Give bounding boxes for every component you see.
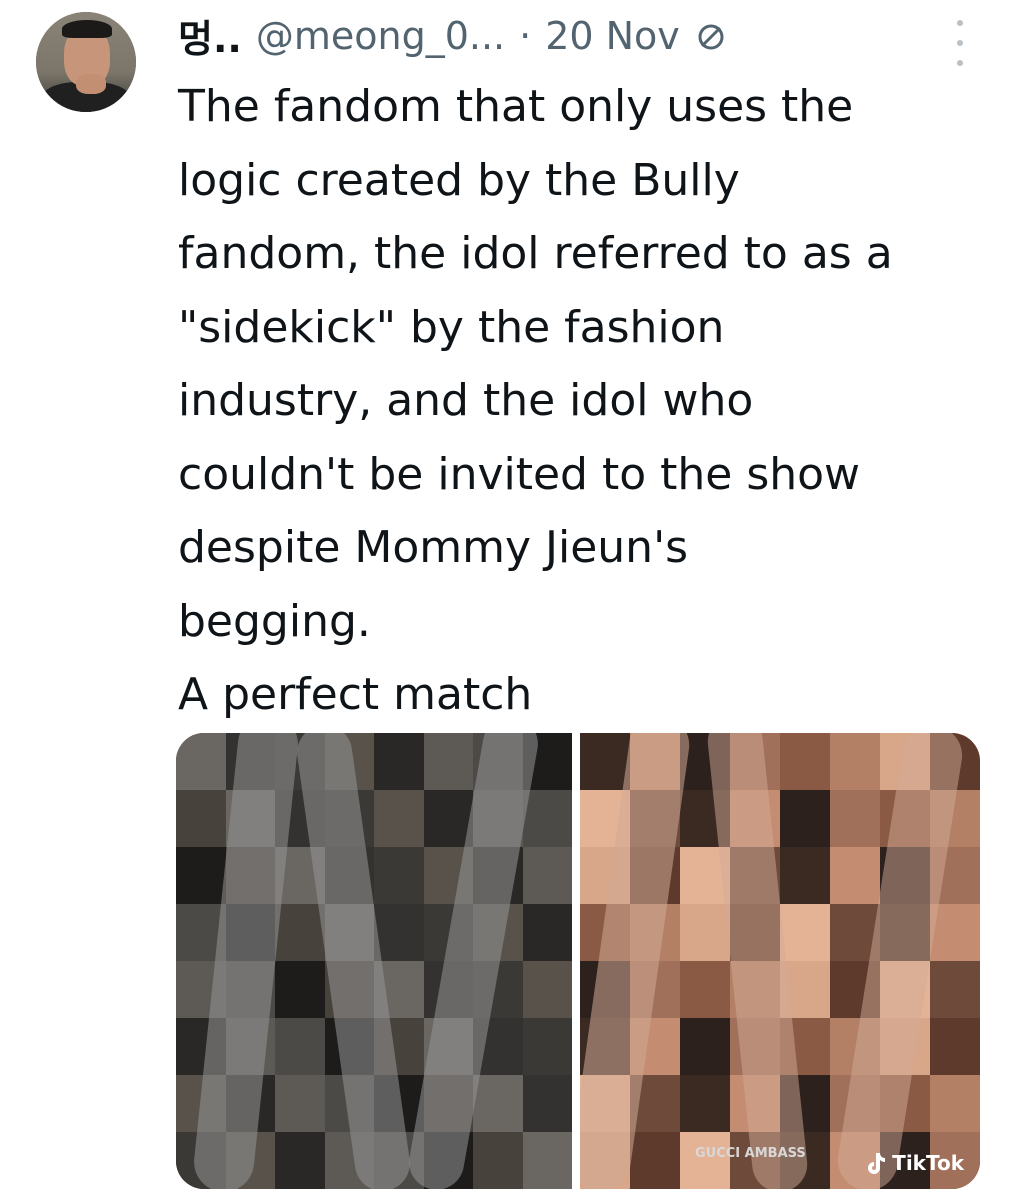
mosaic-cell bbox=[275, 1018, 325, 1075]
mosaic-cell bbox=[522, 961, 572, 1018]
mosaic-cell bbox=[680, 1075, 730, 1132]
mosaic-cell bbox=[176, 733, 226, 790]
restricted-reply-icon bbox=[694, 19, 728, 53]
gucci-watermark: GUCCI AMBASS bbox=[695, 1146, 806, 1161]
mosaic-cell bbox=[176, 847, 226, 904]
mosaic-cell bbox=[522, 904, 572, 961]
mosaic-cell bbox=[374, 847, 424, 904]
mosaic-cell bbox=[522, 847, 572, 904]
tweet-header: 멍.. @meong_0... · 20 Nov bbox=[178, 8, 728, 63]
mosaic-cell bbox=[780, 847, 830, 904]
mosaic-cell bbox=[374, 790, 424, 847]
mosaic-cell bbox=[423, 733, 473, 790]
mosaic-cell bbox=[680, 904, 730, 961]
tweet-text-line: logic created by the Bully bbox=[178, 154, 740, 206]
mosaic-cell bbox=[830, 847, 880, 904]
mosaic-cell bbox=[275, 904, 325, 961]
tiktok-icon bbox=[868, 1153, 886, 1174]
mosaic-cell bbox=[275, 1075, 325, 1132]
tweet-text-line: begging. bbox=[178, 595, 371, 647]
mosaic-cell bbox=[680, 961, 730, 1018]
tiktok-watermark: TikTok bbox=[864, 1151, 964, 1175]
tweet-date[interactable]: 20 Nov bbox=[545, 14, 680, 58]
mosaic-cell bbox=[830, 790, 880, 847]
author-handle[interactable]: @meong_0... bbox=[256, 14, 505, 58]
mosaic-cell bbox=[522, 790, 572, 847]
tweet-text-line: couldn't be invited to the show bbox=[178, 448, 861, 500]
mosaic-cell bbox=[780, 904, 830, 961]
mosaic-cell bbox=[522, 1075, 572, 1132]
tweet-text: The fandom that only uses the logic crea… bbox=[178, 70, 998, 732]
mosaic-cell bbox=[176, 790, 226, 847]
mosaic-cell bbox=[830, 733, 880, 790]
mosaic-cell bbox=[680, 1018, 730, 1075]
more-options-icon[interactable] bbox=[950, 20, 970, 66]
author-name[interactable]: 멍.. bbox=[178, 8, 242, 63]
mosaic-cell bbox=[930, 1018, 980, 1075]
media-photo-left[interactable] bbox=[176, 733, 572, 1189]
author-avatar[interactable] bbox=[36, 12, 136, 112]
tweet-text-line: A perfect match bbox=[178, 669, 533, 720]
mosaic-cell bbox=[374, 733, 424, 790]
tiktok-label: TikTok bbox=[892, 1151, 964, 1175]
mosaic-cell bbox=[522, 1132, 572, 1189]
mosaic-cell bbox=[473, 1132, 523, 1189]
tweet-text-line: fandom, the idol referred to as a bbox=[178, 228, 893, 279]
mosaic-cell bbox=[374, 904, 424, 961]
tweet-text-line: "sidekick" by the fashion bbox=[178, 301, 725, 353]
tweet-text-line: industry, and the idol who bbox=[178, 375, 754, 426]
tweet-text-line: despite Mommy Jieun's bbox=[178, 522, 689, 573]
mosaic-cell bbox=[930, 1075, 980, 1132]
media-photo-right[interactable]: GUCCI AMBASS TikTok bbox=[580, 733, 980, 1189]
mosaic-cell bbox=[275, 1132, 325, 1189]
separator: · bbox=[519, 13, 532, 58]
tweet-text-line: The fandom that only uses the bbox=[178, 81, 854, 132]
mosaic-cell bbox=[780, 790, 830, 847]
avatar-hair bbox=[62, 20, 112, 38]
mosaic-cell bbox=[473, 1075, 523, 1132]
tweet-media: GUCCI AMBASS TikTok bbox=[176, 733, 980, 1189]
mosaic-cell bbox=[630, 1132, 680, 1189]
mosaic-cell bbox=[930, 961, 980, 1018]
avatar-hand bbox=[76, 74, 106, 94]
mosaic-cell bbox=[580, 733, 630, 790]
mosaic-cell bbox=[275, 961, 325, 1018]
mosaic-cell bbox=[780, 733, 830, 790]
mosaic-cell bbox=[522, 1018, 572, 1075]
